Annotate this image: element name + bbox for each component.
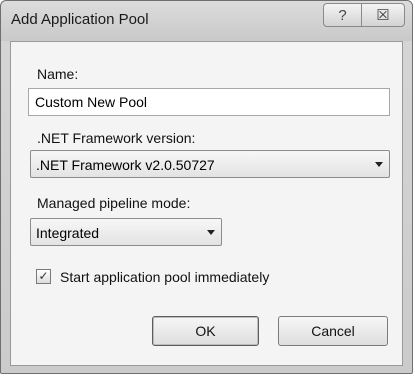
pipeline-mode-label: Managed pipeline mode: — [37, 195, 191, 211]
title-bar-buttons: ? ☒ — [323, 3, 405, 27]
help-icon: ? — [338, 6, 347, 24]
chevron-down-icon — [207, 230, 215, 235]
cancel-button-label: Cancel — [311, 323, 355, 339]
framework-version-label: .NET Framework version: — [37, 130, 196, 146]
help-button[interactable]: ? — [323, 3, 361, 27]
name-input-value: Custom New Pool — [35, 94, 148, 110]
title-bar[interactable]: Add Application Pool ? ☒ — [1, 1, 412, 41]
ok-button-label: OK — [195, 323, 216, 339]
close-icon: ☒ — [376, 7, 390, 24]
close-button[interactable]: ☒ — [361, 3, 405, 27]
framework-version-value: .NET Framework v2.0.50727 — [36, 157, 215, 173]
ok-button[interactable]: OK — [152, 316, 259, 346]
start-immediately-label[interactable]: Start application pool immediately — [60, 269, 269, 285]
name-label: Name: — [37, 66, 79, 82]
chevron-down-icon — [375, 162, 383, 167]
dialog-title: Add Application Pool — [11, 11, 149, 28]
pipeline-mode-select[interactable]: Integrated — [30, 218, 222, 246]
pipeline-mode-value: Integrated — [36, 225, 100, 241]
name-input[interactable]: Custom New Pool — [28, 88, 390, 116]
framework-version-select[interactable]: .NET Framework v2.0.50727 — [30, 150, 390, 178]
cancel-button[interactable]: Cancel — [278, 316, 388, 346]
checkmark-icon: ✓ — [38, 269, 49, 283]
start-immediately-checkbox[interactable]: ✓ — [36, 269, 51, 284]
